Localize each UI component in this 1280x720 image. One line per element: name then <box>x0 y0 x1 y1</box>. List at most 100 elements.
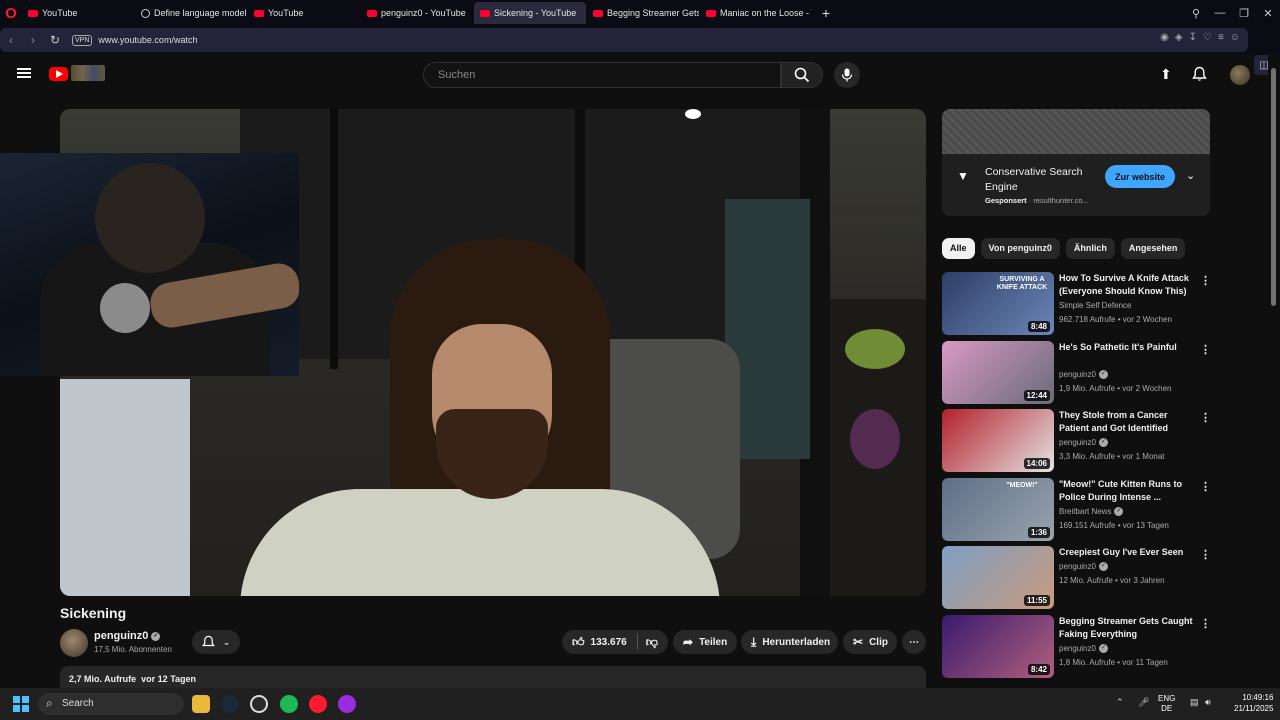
recommended-video[interactable]: SURVIVING A KNIFE ATTACK 8:48 How To Survi… <box>942 272 1211 336</box>
share-button[interactable]: ➦ Teilen <box>673 630 737 654</box>
browser-tab[interactable]: Sickening - YouTube <box>474 2 586 24</box>
filter-chip[interactable]: Alle <box>942 238 975 259</box>
recommended-video-title[interactable]: He's So Pathetic It's Painful <box>1059 341 1194 354</box>
recommended-video-title[interactable]: How To Survive A Knife Attack (Everyone … <box>1059 272 1194 298</box>
browser-tab[interactable]: YouTube <box>248 2 360 24</box>
more-options-icon[interactable]: ⋮ <box>1200 548 1211 561</box>
download-icon[interactable]: ↧ <box>1189 32 1197 43</box>
recommended-video-title[interactable]: Begging Streamer Gets Caught Faking Ever… <box>1059 615 1194 641</box>
opera-icon[interactable] <box>309 695 327 713</box>
recommended-channel[interactable]: Breitbart News ✓ <box>1059 506 1124 518</box>
subscription-bell-button[interactable]: ⌄ <box>192 630 240 654</box>
scrollbar-thumb[interactable] <box>1271 68 1276 306</box>
app-icon[interactable] <box>250 695 268 713</box>
more-options-icon[interactable]: ⋮ <box>1200 274 1211 287</box>
recommended-channel[interactable]: penguinz0 ✓ <box>1059 643 1108 655</box>
windows-start-icon[interactable] <box>13 696 29 712</box>
browser-tab[interactable]: penguinz0 - YouTube <box>361 2 473 24</box>
opera-logo-icon[interactable]: O <box>0 0 22 26</box>
maximize-button[interactable]: ❐ <box>1232 7 1256 20</box>
page-scrollbar[interactable] <box>1268 54 1280 688</box>
ad-banner-image[interactable] <box>942 109 1210 154</box>
file-explorer-icon[interactable] <box>192 695 210 713</box>
reload-button[interactable]: ↻ <box>44 33 66 47</box>
recommended-video[interactable]: 8:42 Begging Streamer Gets Caught Faking … <box>942 615 1211 679</box>
profile-icon[interactable]: ☺ <box>1230 32 1240 43</box>
youtube-doodle-logo[interactable] <box>71 65 105 81</box>
video-thumbnail[interactable]: SURVIVING A KNIFE ATTACK 8:48 <box>942 272 1054 335</box>
more-options-icon[interactable]: ⋮ <box>1200 480 1211 493</box>
notifications-bell-icon[interactable] <box>1192 66 1207 85</box>
steam-icon[interactable] <box>221 695 239 713</box>
close-button[interactable]: ✕ <box>1256 7 1280 20</box>
more-options-icon[interactable]: ⋮ <box>1200 411 1211 424</box>
url-text[interactable]: www.youtube.com/watch <box>98 35 197 45</box>
filter-chip[interactable]: Angesehen <box>1120 238 1186 259</box>
channel-avatar[interactable] <box>60 629 88 657</box>
spotify-icon[interactable] <box>280 695 298 713</box>
more-options-icon[interactable]: ⋮ <box>1200 617 1211 630</box>
keyboard-language[interactable]: ENG DE <box>1158 694 1175 714</box>
sponsored-ad[interactable]: ▼ Conservative Search Engine Gesponsert … <box>942 109 1210 216</box>
recommended-video[interactable]: 12:44 He's So Pathetic It's Painful pengui… <box>942 341 1211 405</box>
more-options-icon[interactable]: ⋮ <box>1200 343 1211 356</box>
search-tabs-icon[interactable]: ⚲ <box>1184 7 1208 20</box>
recommended-video-title[interactable]: Creepiest Guy I've Ever Seen <box>1059 546 1194 559</box>
browser-tab[interactable]: Maniac on the Loose - Yo <box>700 2 812 24</box>
recommended-channel[interactable]: penguinz0 ✓ <box>1059 437 1108 449</box>
hamburger-menu-icon[interactable] <box>17 68 31 78</box>
taskbar-search[interactable]: Search <box>38 693 184 715</box>
clip-button[interactable]: ✂ Clip <box>843 630 897 654</box>
account-avatar[interactable] <box>1230 65 1250 85</box>
more-actions-button[interactable]: ⋯ <box>902 630 926 654</box>
video-thumbnail[interactable]: 14:06 <box>942 409 1054 472</box>
shield-icon[interactable]: ◈ <box>1175 32 1183 43</box>
recommended-channel[interactable]: penguinz0 ✓ <box>1059 369 1108 381</box>
upload-icon[interactable]: ⬆ <box>1160 66 1172 83</box>
recommended-video[interactable]: 11:55 Creepiest Guy I've Ever Seen penguin… <box>942 546 1211 610</box>
channel-name[interactable]: penguinz0 ✓ <box>94 630 161 642</box>
new-tab-button[interactable]: + <box>817 4 835 22</box>
voice-search-button[interactable] <box>834 62 860 88</box>
youtube-logo-icon[interactable] <box>49 67 68 81</box>
video-thumbnail[interactable]: 8:42 <box>942 615 1054 678</box>
address-bar[interactable]: ‹ › ↻ VPN www.youtube.com/watch ◉ ◈ ↧ ♡ … <box>0 28 1248 52</box>
thumbs-up-icon[interactable]: 👍︎ <box>572 635 585 650</box>
browser-tab[interactable]: YouTube <box>22 2 134 24</box>
video-thumbnail[interactable]: "MEOW!" 1:36 <box>942 478 1054 541</box>
thumbs-down-icon[interactable]: 👎︎ <box>646 635 658 650</box>
forward-button[interactable]: › <box>22 33 44 47</box>
search-input[interactable]: Suchen <box>423 62 781 88</box>
like-count[interactable]: 133.676 <box>591 637 627 648</box>
recommended-video[interactable]: "MEOW!" 1:36 "Meow!" Cute Kitten Runs to P… <box>942 478 1211 542</box>
filter-chip[interactable]: Ähnlich <box>1065 238 1115 259</box>
recommended-video[interactable]: 14:06 They Stole from a Cancer Patient an… <box>942 409 1211 473</box>
search-button[interactable] <box>781 62 823 88</box>
download-button[interactable]: ⤓ Herunterladen <box>741 630 838 654</box>
minimize-button[interactable]: — <box>1208 7 1232 19</box>
recommended-video-title[interactable]: They Stole from a Cancer Patient and Got… <box>1059 409 1194 435</box>
ad-visit-button[interactable]: Zur website <box>1105 165 1175 188</box>
back-button[interactable]: ‹ <box>0 33 22 47</box>
tray-chevron-icon[interactable]: ⌃ <box>1116 697 1124 708</box>
video-thumbnail[interactable]: 11:55 <box>942 546 1054 609</box>
system-clock[interactable]: 10:49:16 21/11/2025 <box>1234 692 1273 714</box>
camera-icon[interactable]: ◉ <box>1160 32 1169 43</box>
microphone-tray-icon[interactable]: 🎤︎ <box>1138 697 1149 708</box>
filter-chip[interactable]: Von penguinz0 <box>980 238 1060 259</box>
recommended-channel[interactable]: Simple Self Defence <box>1059 300 1131 312</box>
description-box[interactable]: 2,7 Mio. Aufrufe vor 12 Tagen <box>60 666 926 690</box>
menu-icon[interactable]: ≡ <box>1218 32 1224 43</box>
recommended-channel[interactable]: penguinz0 ✓ <box>1059 561 1108 573</box>
heart-icon[interactable]: ♡ <box>1203 32 1212 43</box>
recommended-video-title[interactable]: "Meow!" Cute Kitten Runs to Police Durin… <box>1059 478 1194 504</box>
opera-gx-icon[interactable] <box>338 695 356 713</box>
browser-tab[interactable]: Define language model <box>135 2 247 24</box>
video-thumbnail[interactable]: 12:44 <box>942 341 1054 404</box>
vpn-badge[interactable]: VPN <box>72 34 93 46</box>
volume-icon[interactable]: 🔊︎ <box>1205 697 1211 708</box>
chevron-down-icon[interactable]: ⌄ <box>1186 169 1195 182</box>
network-icon[interactable]: ▤ <box>1190 697 1199 708</box>
browser-tab[interactable]: Begging Streamer Gets Ca <box>587 2 699 24</box>
ad-title[interactable]: Conservative Search Engine <box>985 165 1095 195</box>
